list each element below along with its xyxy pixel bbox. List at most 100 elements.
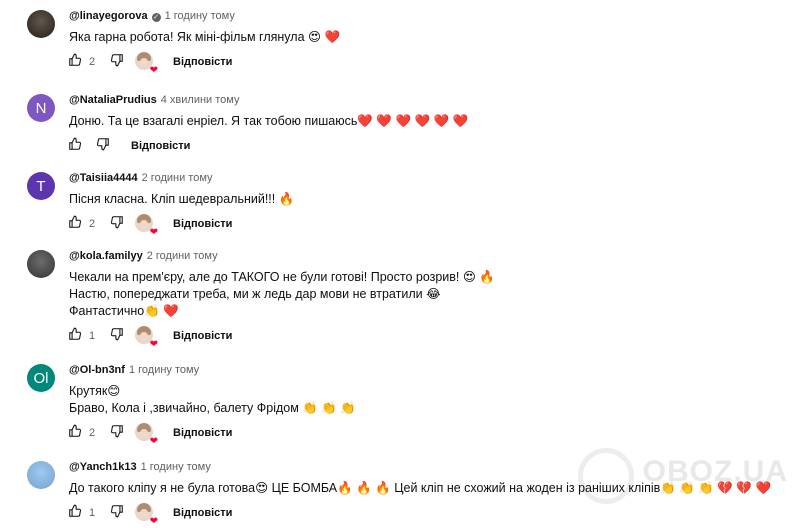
like-button[interactable]	[67, 212, 83, 236]
heart-icon: ❤	[149, 65, 158, 76]
comment-text-line: Яка гарна робота! Як міні-фільм глянула …	[69, 30, 341, 44]
thumbs-up-icon	[68, 137, 82, 156]
comment-header: @NataliaPrudius 4 хвилини тому	[69, 92, 780, 108]
comment-body: @Ol-bn3nf 1 годину тому Крутяк😊 Браво, Кол…	[67, 362, 780, 447]
dislike-button[interactable]	[109, 212, 125, 236]
avatar[interactable]: Ol	[27, 364, 55, 392]
author-handle[interactable]: @Ol-bn3nf	[69, 364, 125, 376]
thumbs-up-icon	[68, 327, 82, 346]
comment-time[interactable]: 1 годину тому	[165, 10, 235, 22]
thumbs-up-icon	[68, 215, 82, 234]
comment-header: @linayegorova ✓ 1 годину тому	[69, 8, 780, 24]
comment-time[interactable]: 2 години тому	[147, 250, 218, 262]
avatar[interactable]	[27, 461, 55, 489]
comment-header: @Taisiia4444 2 години тому	[69, 170, 780, 186]
comment-actions: 2 ❤ Відповісти	[67, 50, 780, 76]
heart-icon: ❤	[149, 516, 158, 527]
like-button[interactable]	[67, 324, 83, 348]
comment-header: @kola.familyy 2 години тому	[69, 248, 780, 264]
reply-button[interactable]: Відповісти	[173, 50, 232, 74]
avatar-image	[27, 10, 55, 38]
comment-text: Доню. Та це взагалі енріел. Я так тобою …	[69, 113, 780, 130]
author-handle[interactable]: @kola.familyy	[69, 250, 143, 262]
like-count: 1	[89, 507, 96, 519]
like-button[interactable]	[67, 421, 83, 445]
avatar-image	[27, 461, 55, 489]
comment-text: Яка гарна робота! Як міні-фільм глянула …	[69, 29, 780, 46]
comment-text: Чекали на прем'єру, але до ТАКОГО не бул…	[69, 269, 780, 320]
comment-header: @Yanch1k13 1 годину тому	[69, 459, 780, 475]
comment-body: @kola.familyy 2 години тому Чекали на пре…	[67, 248, 780, 350]
thumbs-down-icon	[110, 327, 124, 346]
avatar-image	[27, 250, 55, 278]
dislike-button[interactable]	[95, 134, 111, 158]
reply-button[interactable]: Відповісти	[131, 134, 190, 158]
author-handle[interactable]: @NataliaPrudius	[69, 94, 157, 106]
reply-button[interactable]: Відповісти	[173, 212, 232, 236]
dislike-button[interactable]	[109, 421, 125, 445]
reply-button[interactable]: Відповісти	[173, 421, 232, 445]
thumbs-down-icon	[96, 137, 110, 156]
comment-body: @linayegorova ✓ 1 годину тому Яка гарна ро…	[67, 8, 780, 76]
dislike-button[interactable]	[109, 324, 125, 348]
like-count: 2	[89, 218, 96, 230]
creator-heart-badge: ❤	[135, 423, 158, 447]
comment-actions: 2 ❤ Відповісти	[67, 212, 780, 238]
heart-icon: ❤	[149, 436, 158, 447]
like-count: 2	[89, 56, 96, 68]
reply-button[interactable]: Відповісти	[173, 324, 232, 348]
verified-icon: ✓	[151, 13, 161, 22]
avatar[interactable]: T	[27, 172, 55, 200]
comment-text-line: Фантастично👏 ❤️	[69, 304, 179, 318]
like-button[interactable]	[67, 501, 83, 525]
comment-text: Пісня класна. Кліп шедевральний!!! 🔥	[69, 191, 780, 208]
comment-text-line: Браво, Кола і ,звичайно, балету Фрідом 👏…	[69, 401, 356, 415]
comment-actions: 1 ❤ Відповісти	[67, 501, 780, 527]
comment-text-line: До такого кліпу я не була готова😍 ЦЕ БОМ…	[69, 481, 772, 495]
like-count: 2	[89, 427, 96, 439]
comment-text-line: Чекали на прем'єру, але до ТАКОГО не бул…	[69, 270, 495, 284]
heart-icon: ❤	[149, 339, 158, 350]
comment-body: @NataliaPrudius 4 хвилини тому Доню. Та ц…	[69, 92, 780, 158]
comment-text-line: Крутяк😊	[69, 384, 121, 398]
like-button[interactable]	[67, 50, 83, 74]
dislike-button[interactable]	[109, 50, 125, 74]
like-button[interactable]	[67, 134, 83, 158]
creator-heart-badge: ❤	[135, 326, 158, 350]
avatar[interactable]: N	[27, 94, 55, 122]
author-handle[interactable]: @Yanch1k13	[69, 461, 137, 473]
avatar[interactable]	[27, 10, 55, 38]
comment-body: @Taisiia4444 2 години тому Пісня класна. …	[67, 170, 780, 238]
like-count: 1	[89, 330, 96, 342]
comment-header: @Ol-bn3nf 1 годину тому	[69, 362, 780, 378]
comment-body: @Yanch1k13 1 годину тому До такого кліпу …	[67, 459, 780, 527]
thumbs-down-icon	[110, 504, 124, 523]
thumbs-up-icon	[68, 53, 82, 72]
author-handle[interactable]: @Taisiia4444	[69, 172, 138, 184]
comment-time[interactable]: 1 годину тому	[141, 461, 211, 473]
comment-text-line: Доню. Та це взагалі енріел. Я так тобою …	[69, 114, 469, 128]
avatar-letter: T	[36, 177, 46, 195]
avatar-letter: N	[35, 99, 47, 117]
comment-time[interactable]: 2 години тому	[142, 172, 213, 184]
comment-text: До такого кліпу я не була готова😍 ЦЕ БОМ…	[69, 480, 780, 497]
dislike-button[interactable]	[109, 501, 125, 525]
comment-time[interactable]: 4 хвилини тому	[161, 94, 240, 106]
thumbs-up-icon	[68, 424, 82, 443]
author-handle[interactable]: @linayegorova	[69, 10, 148, 22]
thumbs-down-icon	[110, 424, 124, 443]
comment-time[interactable]: 1 годину тому	[129, 364, 199, 376]
comment-actions: 1 ❤ Відповісти	[67, 324, 780, 350]
comment-text-line: Пісня класна. Кліп шедевральний!!! 🔥	[69, 192, 295, 206]
avatar[interactable]	[27, 250, 55, 278]
thumbs-down-icon	[110, 215, 124, 234]
thumbs-up-icon	[68, 504, 82, 523]
avatar-letter: Ol	[33, 369, 49, 387]
comment-text: Крутяк😊 Браво, Кола і ,звичайно, балету Ф…	[69, 383, 780, 417]
heart-icon: ❤	[149, 227, 158, 238]
reply-button[interactable]: Відповісти	[173, 501, 232, 525]
creator-heart-badge: ❤	[135, 52, 158, 76]
comment-actions: 2 ❤ Відповісти	[67, 421, 780, 447]
creator-heart-badge: ❤	[135, 214, 158, 238]
comment-actions: Відповісти	[69, 134, 780, 158]
